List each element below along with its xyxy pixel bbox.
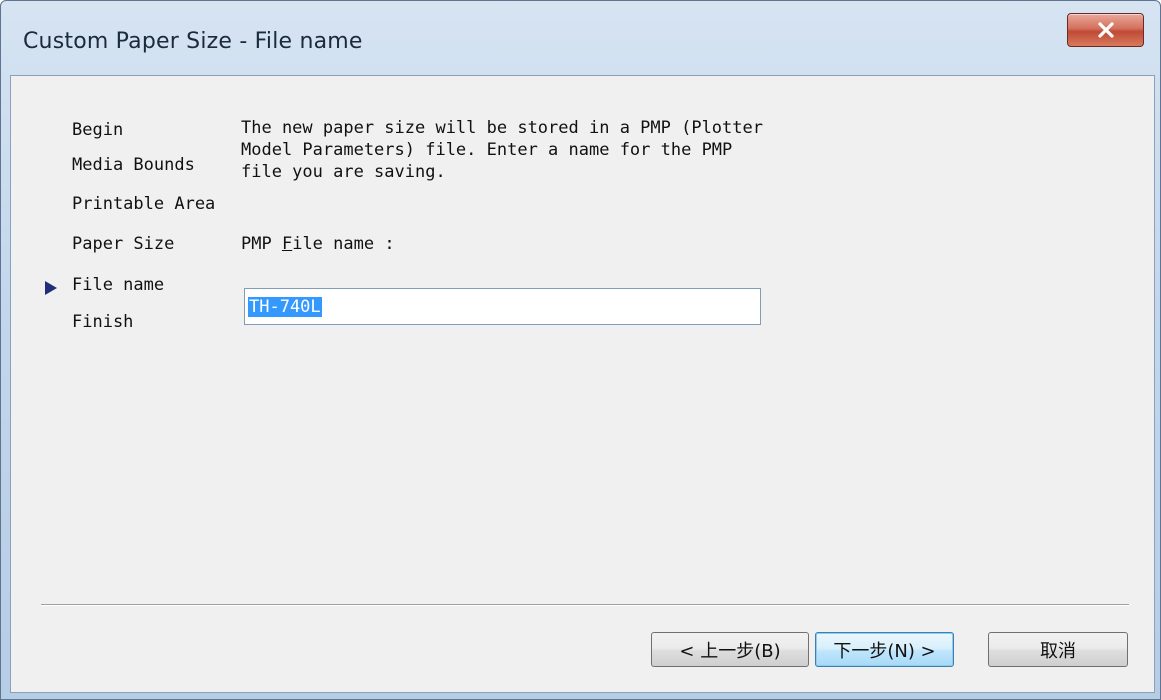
step-description: The new paper size will be stored in a P… xyxy=(241,117,861,183)
description-line: file you are saving. xyxy=(241,162,446,182)
description-line: The new paper size will be stored in a P… xyxy=(241,118,763,138)
current-step-arrow-icon xyxy=(45,281,57,295)
file-name-label-prefix: PMP xyxy=(241,234,282,254)
close-button[interactable] xyxy=(1067,13,1144,47)
cancel-button[interactable]: 取消 xyxy=(988,632,1128,667)
step-printable-area: Printable Area xyxy=(72,194,216,214)
file-name-label-accelerator: F xyxy=(281,234,293,254)
file-name-label-suffix: ile name : xyxy=(292,234,395,254)
file-name-label: PMP File name : xyxy=(241,234,395,254)
dialog-client-area: Begin Media Bounds Printable Area Paper … xyxy=(10,75,1155,693)
button-divider xyxy=(41,604,1129,606)
window-title: Custom Paper Size - File name xyxy=(23,29,363,54)
description-line: Model Parameters) file. Enter a name for… xyxy=(241,140,733,160)
step-file-name: File name xyxy=(72,275,165,295)
file-name-input[interactable]: TH-740L xyxy=(244,288,761,325)
step-media-bounds: Media Bounds xyxy=(72,155,195,175)
title-bar[interactable]: Custom Paper Size - File name xyxy=(1,1,1160,75)
back-button[interactable]: < 上一步(B) xyxy=(651,632,809,667)
file-name-input-value: TH-740L xyxy=(248,296,322,317)
next-button[interactable]: 下一步(N) > xyxy=(815,632,954,667)
step-paper-size: Paper Size xyxy=(72,234,175,254)
dialog-window: Custom Paper Size - File name Begin Medi… xyxy=(0,0,1161,700)
wizard-steps: Begin Media Bounds Printable Area Paper … xyxy=(11,76,241,376)
close-icon xyxy=(1097,22,1114,38)
step-begin: Begin xyxy=(72,120,124,140)
step-finish: Finish xyxy=(72,312,134,332)
